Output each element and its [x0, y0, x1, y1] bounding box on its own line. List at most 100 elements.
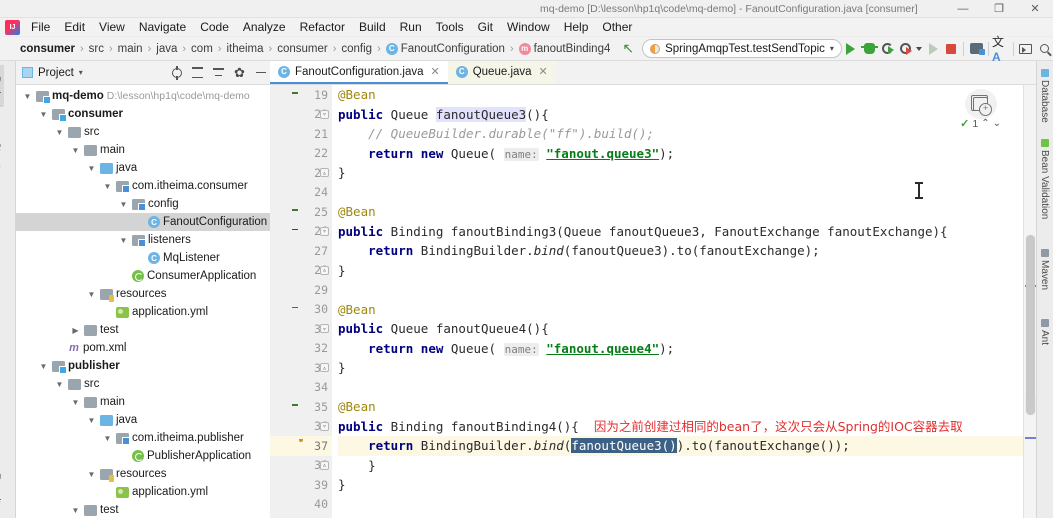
menu-navigate[interactable]: Navigate	[132, 19, 193, 35]
back-arrow-icon[interactable]: ↖	[614, 40, 642, 57]
breadcrumb-consumer-module[interactable]: consumer	[16, 43, 79, 55]
gutter-line-29[interactable]: 29	[270, 280, 332, 300]
spring-bean-gutter-icon[interactable]	[294, 88, 308, 101]
spring-bean-gutter-icon[interactable]	[294, 400, 308, 413]
close-button[interactable]: ✕	[1017, 0, 1053, 18]
debug-icon[interactable]	[860, 39, 878, 59]
expand-arrow-icon[interactable]: ▼	[54, 379, 65, 390]
expand-arrow-icon[interactable]: ▼	[118, 235, 129, 246]
tree-node-consumerapplication[interactable]: ·ConsumerApplication	[16, 267, 270, 285]
expand-arrow-icon[interactable]: ▼	[22, 91, 33, 102]
tree-node-test[interactable]: ▼ test	[16, 501, 270, 518]
code-fold-close-icon[interactable]: ▵	[320, 460, 329, 470]
code-fold-open-icon[interactable]: ▿	[320, 226, 329, 236]
expand-arrow-icon[interactable]: ▼	[38, 109, 49, 120]
expand-arrow-icon[interactable]: ▼	[70, 145, 81, 156]
menu-build[interactable]: Build	[352, 19, 393, 35]
tree-node-java[interactable]: ▼ java	[16, 159, 270, 177]
tree-node-publisherapplication[interactable]: ·PublisherApplication	[16, 447, 270, 465]
tool-tab-ant[interactable]: Ant	[1039, 319, 1050, 345]
menu-run[interactable]: Run	[393, 19, 429, 35]
project-panel-title[interactable]: Project ▾	[22, 67, 83, 79]
inspection-widget[interactable]: ✓ 1 ⌃ ⌄	[960, 89, 1001, 130]
menu-analyze[interactable]: Analyze	[236, 19, 293, 35]
gutter-line-33[interactable]: 33▵	[270, 358, 332, 378]
code-fold-close-icon[interactable]: ▵	[320, 265, 329, 275]
code-content[interactable]: @Bean public Queue fanoutQueue3(){ // Qu…	[332, 85, 1023, 518]
spring-bean-gutter-icon[interactable]	[294, 225, 308, 238]
stop-icon[interactable]	[942, 39, 960, 59]
expand-arrow-icon[interactable]: ▼	[54, 127, 65, 138]
tree-node-publisher[interactable]: ▼ publisher	[16, 357, 270, 375]
gutter-line-39[interactable]: 39	[270, 475, 332, 495]
gutter-line-24[interactable]: 24	[270, 183, 332, 203]
gutter-line-38[interactable]: 38▵	[270, 456, 332, 476]
tree-node-com-itheima-consumer[interactable]: ▼ com.itheima.consumer	[16, 177, 270, 195]
tree-node-src[interactable]: ▼ src	[16, 375, 270, 393]
tool-tab-maven[interactable]: Maven	[1039, 249, 1050, 290]
expand-arrow-icon[interactable]: ▼	[102, 181, 113, 192]
breadcrumb-fanoutbinding4[interactable]: m fanoutBinding4	[515, 42, 615, 55]
tree-node-src[interactable]: ▼ src	[16, 123, 270, 141]
gutter-line-21[interactable]: 21	[270, 124, 332, 144]
search-everywhere-icon[interactable]	[1035, 39, 1053, 59]
settings-gear-icon[interactable]: ✿	[230, 63, 249, 82]
tree-node-config[interactable]: ▼ config	[16, 195, 270, 213]
tab-queue[interactable]: C Queue.java ✕	[447, 61, 556, 84]
breadcrumb-main[interactable]: main	[114, 43, 147, 55]
spring-bean-gutter-icon[interactable]	[294, 205, 308, 218]
tool-tab-favorites[interactable]: Favorites	[0, 462, 4, 514]
expand-all-icon[interactable]	[188, 63, 207, 82]
tree-node-fanoutconfiguration[interactable]: ·CFanoutConfiguration	[16, 213, 270, 231]
gutter-line-31[interactable]: 31▿	[270, 319, 332, 339]
close-icon[interactable]: ✕	[539, 65, 548, 78]
rerun-icon[interactable]	[924, 39, 942, 59]
gutter-line-28[interactable]: 28▵	[270, 261, 332, 281]
menu-git[interactable]: Git	[471, 19, 500, 35]
gutter-line-37[interactable]: 37	[270, 436, 332, 456]
expand-arrow-icon[interactable]: ▼	[70, 505, 81, 516]
code-fold-close-icon[interactable]: ▵	[320, 168, 329, 178]
close-icon[interactable]: ✕	[431, 65, 440, 78]
maximize-button[interactable]: ❐	[981, 0, 1017, 18]
expand-arrow-icon[interactable]: ▼	[38, 361, 49, 372]
collapse-all-icon[interactable]	[209, 63, 228, 82]
chevron-down-icon[interactable]: ⌄	[993, 118, 1001, 129]
tool-tab-database[interactable]: Database	[1039, 69, 1050, 123]
minimize-button[interactable]: —	[945, 0, 981, 18]
expand-arrow-icon[interactable]: ▼	[86, 415, 97, 426]
menu-edit[interactable]: Edit	[57, 19, 92, 35]
breadcrumb-src[interactable]: src	[85, 43, 108, 55]
tab-fanoutconfiguration[interactable]: C FanoutConfiguration.java ✕	[270, 61, 448, 84]
tree-node-application-yml[interactable]: ·application.yml	[16, 303, 270, 321]
gutter-line-27[interactable]: 27	[270, 241, 332, 261]
gutter-line-36[interactable]: 36▿	[270, 417, 332, 437]
gutter-line-26[interactable]: 26▿	[270, 222, 332, 242]
code-fold-open-icon[interactable]: ▿	[320, 421, 329, 431]
expand-arrow-icon[interactable]: ▼	[86, 163, 97, 174]
spring-bean-gutter-icon[interactable]	[294, 303, 308, 316]
tree-node-main[interactable]: ▼ main	[16, 393, 270, 411]
tree-node-mq-demo[interactable]: ▼ mq-demo D:\lesson\hp1q\code\mq-demo	[16, 87, 270, 105]
terminal-icon[interactable]	[1017, 39, 1035, 59]
gutter-line-32[interactable]: 32	[270, 339, 332, 359]
breadcrumb-config[interactable]: config	[337, 43, 376, 55]
build-project-icon[interactable]	[967, 39, 985, 59]
code-fold-close-icon[interactable]: ▵	[320, 363, 329, 373]
profile-dropdown-icon[interactable]	[914, 39, 924, 59]
tool-tab-structure[interactable]: Structure	[0, 131, 4, 183]
code-fold-open-icon[interactable]: ▿	[320, 324, 329, 334]
chevron-up-icon[interactable]: ⌃	[981, 118, 989, 129]
run-icon[interactable]	[842, 39, 860, 59]
gutter-line-22[interactable]: 22	[270, 144, 332, 164]
tool-tab-bean-validation[interactable]: Bean Validation	[1039, 139, 1050, 219]
tree-node-consumer[interactable]: ▼ consumer	[16, 105, 270, 123]
editor-gutter[interactable]: 19 20▿21 22 23▵ 24 25 26▿27 28▵29 30 31▿ 32 33▵ 34 35…	[270, 85, 332, 518]
expand-arrow-icon[interactable]: ▼	[70, 397, 81, 408]
tree-node-test[interactable]: ▶ test	[16, 321, 270, 339]
tree-node-mqlistener[interactable]: ·CMqListener	[16, 249, 270, 267]
menu-help[interactable]: Help	[557, 19, 596, 35]
code-fold-open-icon[interactable]: ▿	[320, 109, 329, 119]
tree-node-com-itheima-publisher[interactable]: ▼ com.itheima.publisher	[16, 429, 270, 447]
gutter-line-23[interactable]: 23▵	[270, 163, 332, 183]
